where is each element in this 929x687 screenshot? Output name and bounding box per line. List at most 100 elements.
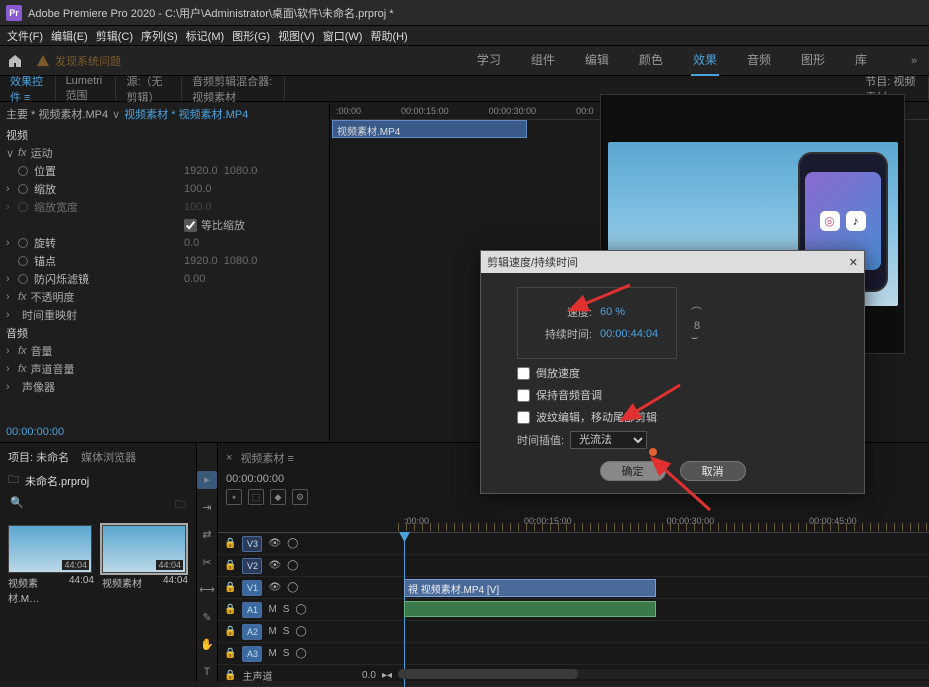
razor-tool[interactable]: ✂ <box>197 554 217 572</box>
speed-input[interactable]: 60 % <box>600 306 625 318</box>
ok-button[interactable]: 确定 <box>600 461 666 481</box>
dialog-title-bar[interactable]: 剪辑速度/持续时间 ✕ <box>481 251 864 273</box>
overflow-menu-icon[interactable]: » <box>899 55 929 67</box>
menu-graphics[interactable]: 图形(G) <box>229 28 273 44</box>
track-a1[interactable]: 🔒A1MS◯ <box>218 599 929 621</box>
tab-libraries[interactable]: 库 <box>853 45 869 76</box>
video-clip[interactable]: 視 视频素材.MP4 [V] <box>404 579 656 597</box>
speed-duration-dialog: 剪辑速度/持续时间 ✕ 速度: 60 % 持续时间: 00:00:44:04 ⌒… <box>480 250 865 494</box>
pitch-checkbox-row[interactable]: 保持音频音调 <box>517 387 846 403</box>
warning-icon <box>36 54 50 68</box>
track-a2[interactable]: 🔒A2MS◯ <box>218 621 929 643</box>
menu-help[interactable]: 帮助(H) <box>367 28 410 44</box>
interp-select[interactable]: 光流法 <box>570 431 647 449</box>
track-v2[interactable]: 🔒V2👁◯ <box>218 555 929 577</box>
sequence-name[interactable]: 视频素材 ≡ <box>240 450 293 466</box>
fx-opacity[interactable]: ›fx不透明度 <box>0 288 329 306</box>
panel-tab-mixer[interactable]: 音频剪辑混合器: 视频素材 <box>182 76 285 101</box>
fx-channel-volume[interactable]: ›fx声道音量 <box>0 360 329 378</box>
cancel-button[interactable]: 取消 <box>680 461 746 481</box>
duration-input[interactable]: 00:00:44:04 <box>600 328 658 340</box>
project-header: 🗀 未命名.prproj <box>4 467 192 494</box>
system-warning[interactable]: 发现系统问题 <box>36 53 121 69</box>
keyframe-toggle-icon[interactable] <box>18 166 28 176</box>
pitch-checkbox[interactable] <box>517 389 530 402</box>
tab-graphics[interactable]: 图形 <box>799 45 827 76</box>
reverse-checkbox-row[interactable]: 倒放速度 <box>517 365 846 381</box>
tab-audio[interactable]: 音频 <box>745 45 773 76</box>
home-icon[interactable] <box>0 46 30 76</box>
prop-antiflicker[interactable]: › 防闪烁滤镜 0.00 <box>0 270 329 288</box>
ripple-tool[interactable]: ⇄ <box>197 526 217 544</box>
menu-edit[interactable]: 编辑(E) <box>48 28 91 44</box>
ec-timecode[interactable]: 00:00:00:00 <box>0 422 329 442</box>
tab-effects[interactable]: 效果 <box>691 45 719 76</box>
track-v1[interactable]: 🔒V1👁◯ 視 视频素材.MP4 [V] <box>218 577 929 599</box>
project-tab[interactable]: 项目: 未命名 <box>8 449 69 465</box>
menu-window[interactable]: 窗口(W) <box>320 28 366 44</box>
marker-icon[interactable]: ◆ <box>270 489 286 505</box>
click-indicator <box>649 448 657 456</box>
fx-panner[interactable]: ›声像器 <box>0 378 329 396</box>
prop-rotation[interactable]: › 旋转 0.0 <box>0 234 329 252</box>
menu-sequence[interactable]: 序列(S) <box>138 28 181 44</box>
track-select-tool[interactable]: ⇥ <box>197 499 217 517</box>
close-icon[interactable]: ✕ <box>849 256 858 269</box>
bin-item-1[interactable]: 44:04 视频素材.M…44:04 <box>8 525 94 605</box>
tab-learn[interactable]: 学习 <box>475 45 503 76</box>
snap-icon[interactable]: ⭑ <box>226 489 242 505</box>
menu-clip[interactable]: 剪辑(C) <box>93 28 136 44</box>
panel-tab-effect-controls[interactable]: 效果控件 ≡ <box>0 76 56 101</box>
selection-tool[interactable]: ▸ <box>197 471 217 489</box>
prop-position[interactable]: 位置 1920.0 1080.0 <box>0 162 329 180</box>
tab-assembly[interactable]: 组件 <box>529 45 557 76</box>
tab-color[interactable]: 颜色 <box>637 45 665 76</box>
timeline-timecode[interactable]: 00:00:00:00 <box>226 473 284 485</box>
project-name: 未命名.prproj <box>25 473 89 489</box>
sequence-menu-icon[interactable]: × <box>226 452 232 464</box>
menu-view[interactable]: 视图(V) <box>275 28 318 44</box>
panel-tab-source[interactable]: 源:（无剪辑） <box>116 76 182 101</box>
audio-clip[interactable] <box>404 601 656 617</box>
ripple-checkbox[interactable] <box>517 411 530 424</box>
ripple-checkbox-row[interactable]: 波纹编辑，移动尾部剪辑 <box>517 409 846 425</box>
chevron-right-icon: ∨ <box>112 108 120 121</box>
uniform-checkbox[interactable] <box>184 219 197 232</box>
app-icon-1: ◎ <box>820 211 840 231</box>
panel-tab-lumetri[interactable]: Lumetri 范围 <box>56 76 117 101</box>
type-tool[interactable]: T <box>197 664 217 682</box>
app-icon-2: ♪ <box>846 211 866 231</box>
menu-bar: 文件(F) 编辑(E) 剪辑(C) 序列(S) 标记(M) 图形(G) 视图(V… <box>0 26 929 46</box>
fx-time-remap[interactable]: ›时间重映射 <box>0 306 329 324</box>
menu-file[interactable]: 文件(F) <box>4 28 46 44</box>
settings-icon[interactable]: ⚙ <box>292 489 308 505</box>
section-audio: 音频 <box>0 324 329 342</box>
lock-icon[interactable]: 🔒 <box>224 538 236 549</box>
timeline-scrollbar[interactable] <box>398 669 929 679</box>
project-panel: 项目: 未命名 媒体浏览器 🗀 未命名.prproj 🔍 🗀 44:04 视频素… <box>0 443 197 681</box>
pen-tool[interactable]: ✎ <box>197 609 217 627</box>
workspace-tabs: 学习 组件 编辑 颜色 效果 音频 图形 库 <box>475 45 899 76</box>
timeline-ruler[interactable]: :00:00 00:00:15:00 00:00:30:00 00:00:45:… <box>218 509 929 533</box>
prop-scale[interactable]: › 缩放 100.0 <box>0 180 329 198</box>
tab-editing[interactable]: 编辑 <box>583 45 611 76</box>
link-icon[interactable]: ⬚ <box>248 489 264 505</box>
ec-sequence-link[interactable]: 视频素材 * 视频素材.MP4 <box>124 106 248 122</box>
reverse-checkbox[interactable] <box>517 367 530 380</box>
track-v3[interactable]: 🔒V3👁◯ <box>218 533 929 555</box>
fx-volume[interactable]: ›fx音量 <box>0 342 329 360</box>
slip-tool[interactable]: ⟷ <box>197 581 217 599</box>
ec-clip[interactable]: 视频素材.MP4 <box>332 120 527 138</box>
link-speed-duration-icon[interactable]: ⌒ 8⌣ <box>691 304 702 345</box>
media-browser-tab[interactable]: 媒体浏览器 <box>81 449 136 465</box>
search-icon[interactable]: 🔍 <box>10 496 24 515</box>
title-bar: Pr Adobe Premiere Pro 2020 - C:\用户\Admin… <box>0 0 929 26</box>
track-a3[interactable]: 🔒A3MS◯ <box>218 643 929 665</box>
prop-uniform[interactable]: 等比缩放 <box>0 216 329 234</box>
menu-marker[interactable]: 标记(M) <box>183 28 228 44</box>
bin-item-2[interactable]: 44:04 视频素材44:04 <box>102 525 188 605</box>
prop-anchor[interactable]: 锚点 1920.0 1080.0 <box>0 252 329 270</box>
fx-motion[interactable]: ∨fx运动 <box>0 144 329 162</box>
hand-tool[interactable]: ✋ <box>197 636 217 654</box>
new-bin-icon[interactable]: 🗀 <box>175 496 186 515</box>
